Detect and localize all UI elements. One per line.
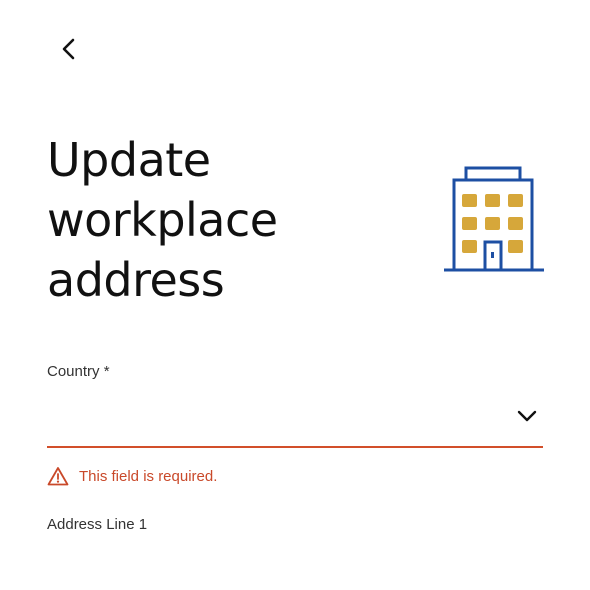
address-line-1-label: Address Line 1 xyxy=(47,516,148,533)
country-error: This field is required. xyxy=(47,466,217,486)
warning-triangle-icon xyxy=(47,467,69,486)
page-title-line: workplace xyxy=(47,193,278,247)
chevron-left-icon xyxy=(62,38,75,60)
country-select[interactable] xyxy=(47,392,543,448)
building-icon xyxy=(444,166,544,272)
back-button[interactable] xyxy=(52,32,86,66)
page-title: Update workplace address xyxy=(47,130,387,310)
page-title-line: Update xyxy=(47,133,211,187)
chevron-down-icon xyxy=(517,410,537,422)
country-label: Country * xyxy=(47,363,110,380)
error-message: This field is required. xyxy=(79,467,218,485)
page-title-line: address xyxy=(47,253,225,307)
